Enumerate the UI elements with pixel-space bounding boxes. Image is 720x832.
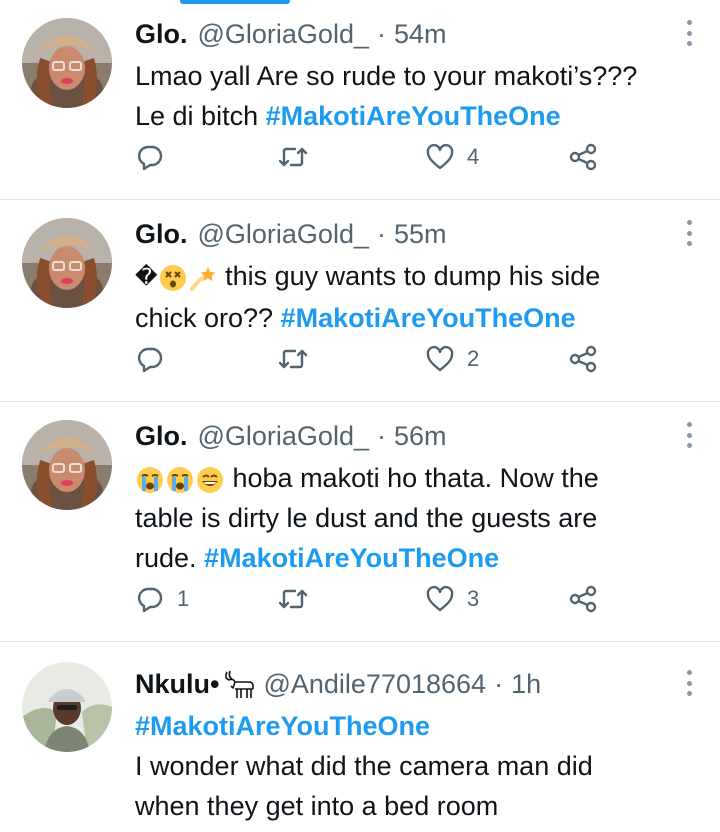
hashtag-link[interactable]: #MakotiAreYouTheOne	[135, 706, 705, 746]
text-segment: hoba makoti ho thata. Now the	[225, 463, 599, 493]
unrendered-glyph: �	[135, 264, 158, 290]
share-button[interactable]	[567, 579, 599, 619]
goat-icon	[225, 670, 255, 698]
hashtag-link[interactable]: #MakotiAreYouTheOne	[204, 543, 499, 573]
retweet-icon	[278, 589, 308, 609]
share-button[interactable]	[567, 339, 599, 379]
retweet-icon	[278, 147, 308, 167]
like-button[interactable]: 4	[425, 137, 479, 177]
tweet-actions: 4	[135, 137, 605, 177]
heart-icon	[426, 585, 454, 612]
retweet-icon	[278, 349, 308, 369]
text-line: chick oro?? #MakotiAreYouTheOne	[135, 298, 705, 338]
tweet-text: Lmao yall Are so rude to your makoti’s??…	[135, 56, 705, 136]
dizzy-face-emoji	[159, 264, 186, 291]
avatar[interactable]	[22, 18, 112, 108]
reply-icon	[137, 587, 163, 613]
tweet[interactable]: Glo. @GloriaGold_ · 56m hoba makoti ho t…	[0, 402, 720, 642]
heart-icon	[426, 143, 454, 170]
separator: ·	[376, 420, 386, 451]
text-line: Lmao yall Are so rude to your makoti’s??…	[135, 61, 638, 91]
reply-count: 1	[177, 586, 190, 611]
more-options-icon[interactable]	[686, 20, 692, 46]
text-line: table is dirty le dust and the guests ar…	[135, 503, 598, 533]
tweet-header: Glo. @GloriaGold_ · 56m	[135, 418, 447, 454]
share-icon	[569, 143, 597, 171]
like-button[interactable]: 3	[425, 579, 479, 619]
like-button[interactable]: 2	[425, 339, 479, 379]
retweet-button[interactable]	[277, 137, 321, 177]
timestamp[interactable]: 55m	[394, 219, 447, 250]
user-handle[interactable]: @GloriaGold_	[198, 19, 369, 50]
hashtag-link[interactable]: #MakotiAreYouTheOne	[266, 101, 561, 131]
separator: ·	[376, 18, 386, 49]
reply-icon	[137, 145, 163, 171]
tweet[interactable]: Glo. @GloriaGold_ · 55m � this guy wants…	[0, 200, 720, 402]
display-name[interactable]: Glo.	[135, 19, 188, 50]
reply-button[interactable]: 1	[135, 579, 189, 619]
text-line: rude. #MakotiAreYouTheOne	[135, 538, 705, 578]
reply-button[interactable]	[135, 339, 177, 379]
more-options-icon[interactable]	[686, 422, 692, 448]
loudly-crying-emoji	[167, 466, 193, 493]
retweet-button[interactable]	[277, 339, 321, 379]
tweet-header: Glo. @GloriaGold_ · 55m	[135, 216, 447, 252]
text-segment: rude.	[135, 543, 205, 573]
avatar[interactable]	[22, 218, 112, 308]
tweet-actions: 1 3	[135, 579, 605, 619]
user-handle[interactable]: @GloriaGold_	[198, 219, 369, 250]
text-line: hoba makoti ho thata. Now the	[135, 458, 705, 498]
dizzy-emoji	[189, 266, 216, 291]
tweet-actions: 2	[135, 339, 605, 379]
tweet[interactable]: Nkulu• @Andile77018664 · 1h #MakotiAreYo…	[0, 642, 720, 832]
text-segment: chick oro??	[135, 302, 281, 333]
loudly-crying-emoji	[137, 466, 163, 493]
user-handle[interactable]: @GloriaGold_	[198, 421, 369, 452]
reply-button[interactable]	[135, 137, 177, 177]
hashtag-link[interactable]: #MakotiAreYouTheOne	[281, 303, 576, 333]
tweet[interactable]: Glo. @GloriaGold_ · 54m Lmao yall Are so…	[0, 0, 720, 200]
share-icon	[569, 345, 597, 373]
display-name[interactable]: Glo.	[135, 219, 188, 250]
retweet-button[interactable]	[277, 579, 321, 619]
like-count: 3	[467, 586, 480, 611]
display-name[interactable]: Glo.	[135, 421, 188, 452]
timestamp[interactable]: 54m	[394, 19, 447, 50]
share-icon	[569, 585, 597, 613]
text-segment: Le di bitch	[135, 101, 266, 131]
tweet-text: #MakotiAreYouTheOne I wonder what did th…	[135, 706, 705, 826]
heart-icon	[426, 345, 454, 372]
tweet-text: � this guy wants to dump his side chick …	[135, 256, 705, 338]
tweet-text: hoba makoti ho thata. Now the table is d…	[135, 458, 705, 578]
more-options-icon[interactable]	[686, 220, 692, 246]
timestamp[interactable]: 56m	[394, 421, 447, 452]
user-handle[interactable]: @Andile77018664	[263, 669, 486, 700]
avatar[interactable]	[22, 420, 112, 510]
tweet-header: Nkulu• @Andile77018664 · 1h	[135, 666, 541, 702]
text-line: � this guy wants to dump his side	[135, 256, 705, 298]
display-name[interactable]: Nkulu•	[135, 669, 219, 700]
separator: ·	[494, 668, 504, 699]
text-line: I wonder what did the camera man did	[135, 751, 593, 781]
share-button[interactable]	[567, 137, 599, 177]
like-count: 4	[467, 144, 480, 169]
separator: ·	[376, 218, 386, 249]
more-options-icon[interactable]	[686, 670, 692, 696]
grinning-sweat-emoji	[197, 466, 223, 493]
timestamp[interactable]: 1h	[511, 669, 541, 700]
text-line: Le di bitch #MakotiAreYouTheOne	[135, 96, 705, 136]
like-count: 2	[467, 346, 480, 371]
text-line: when they get into a bed room	[135, 791, 499, 821]
text-segment: this guy wants to dump his side	[217, 261, 601, 291]
reply-icon	[137, 347, 163, 373]
tweet-header: Glo. @GloriaGold_ · 54m	[135, 16, 447, 52]
avatar[interactable]	[22, 662, 112, 752]
